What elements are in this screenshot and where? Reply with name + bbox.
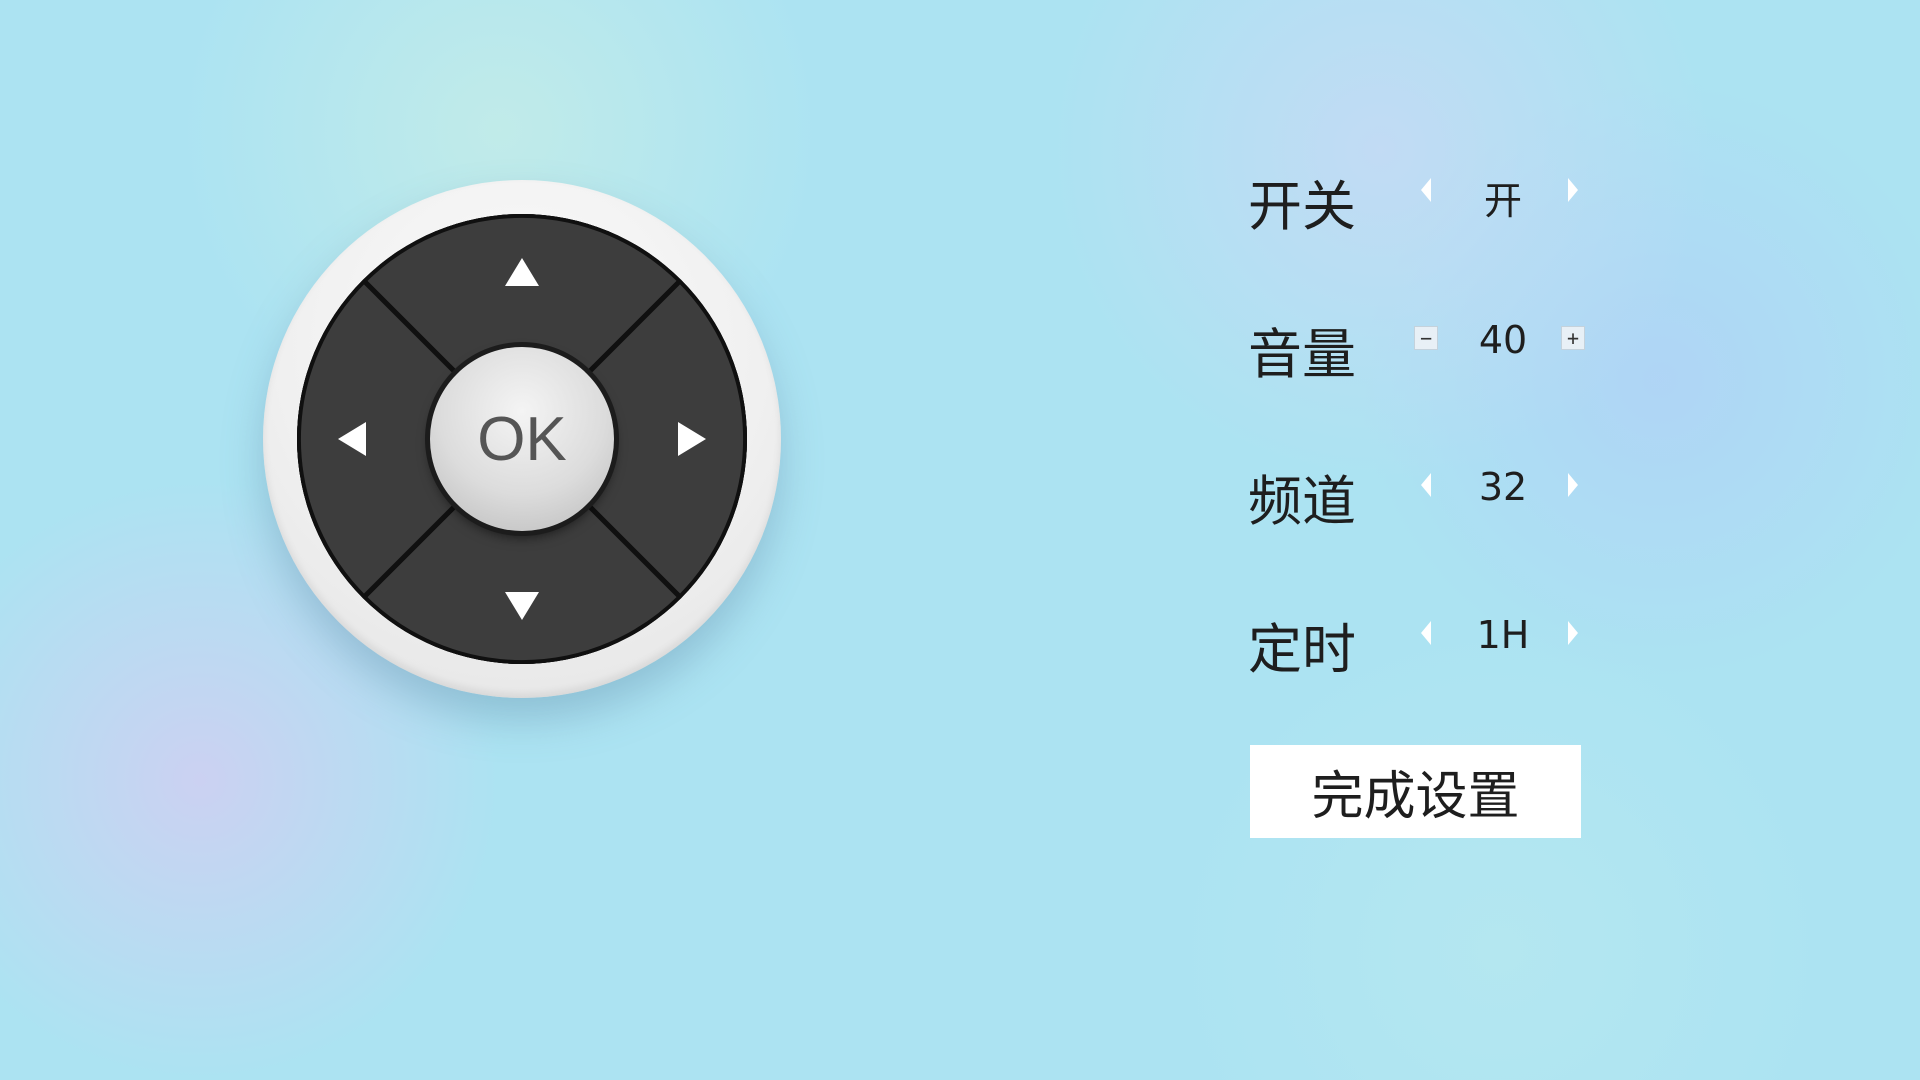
power-next-button[interactable] bbox=[1561, 177, 1585, 203]
remote-control: OK bbox=[263, 180, 781, 698]
setting-row-timer: 定时 1H bbox=[1248, 593, 1648, 681]
chevron-right-icon bbox=[1568, 178, 1578, 202]
plus-icon: + bbox=[1561, 326, 1585, 350]
volume-increase-button[interactable]: + bbox=[1561, 325, 1585, 351]
arrow-right-icon[interactable] bbox=[678, 422, 706, 456]
setting-value-volume: 40 bbox=[1478, 318, 1528, 362]
ok-button[interactable]: OK bbox=[430, 347, 614, 531]
minus-icon: − bbox=[1414, 326, 1438, 350]
chevron-right-icon bbox=[1568, 621, 1578, 645]
setting-row-power: 开关 开 bbox=[1248, 150, 1648, 238]
setting-label-power: 开关 bbox=[1248, 175, 1356, 238]
volume-decrease-button[interactable]: − bbox=[1414, 325, 1438, 351]
chevron-left-icon bbox=[1421, 621, 1431, 645]
setting-row-volume: 音量 − 40 + bbox=[1248, 298, 1648, 386]
finish-settings-button[interactable]: 完成设置 bbox=[1250, 745, 1581, 838]
chevron-left-icon bbox=[1421, 473, 1431, 497]
chevron-right-icon bbox=[1568, 473, 1578, 497]
setting-value-timer: 1H bbox=[1476, 613, 1530, 657]
power-prev-button[interactable] bbox=[1414, 177, 1438, 203]
dpad: OK bbox=[297, 214, 747, 664]
setting-label-volume: 音量 bbox=[1248, 323, 1356, 386]
setting-label-channel: 频道 bbox=[1248, 470, 1356, 533]
arrow-up-icon[interactable] bbox=[505, 258, 539, 286]
arrow-down-icon[interactable] bbox=[505, 592, 539, 620]
channel-next-button[interactable] bbox=[1561, 472, 1585, 498]
timer-next-button[interactable] bbox=[1561, 620, 1585, 646]
setting-label-timer: 定时 bbox=[1248, 618, 1356, 681]
setting-value-power: 开 bbox=[1483, 179, 1522, 223]
chevron-left-icon bbox=[1421, 178, 1431, 202]
timer-prev-button[interactable] bbox=[1414, 620, 1438, 646]
arrow-left-icon[interactable] bbox=[338, 422, 366, 456]
channel-prev-button[interactable] bbox=[1414, 472, 1438, 498]
setting-value-channel: 32 bbox=[1478, 465, 1528, 509]
setting-row-channel: 频道 32 bbox=[1248, 445, 1648, 533]
